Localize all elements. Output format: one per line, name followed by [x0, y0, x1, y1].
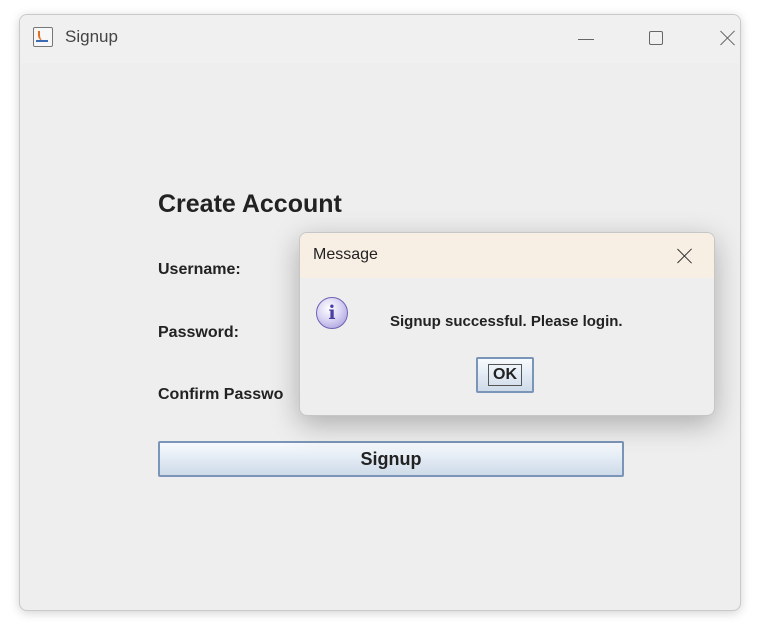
message-dialog: Message i Signup successful. Please logi…	[299, 232, 715, 416]
ok-button[interactable]: OK	[476, 357, 534, 393]
minimize-icon	[578, 38, 594, 40]
password-label: Password:	[158, 324, 239, 341]
confirm-password-label: Confirm Passwo	[158, 386, 284, 403]
maximize-icon	[649, 31, 663, 45]
username-label: Username:	[158, 261, 241, 278]
signup-button[interactable]: Signup	[158, 441, 624, 477]
minimize-button[interactable]	[563, 19, 609, 57]
information-icon: i	[316, 297, 348, 329]
form-heading: Create Account	[158, 190, 342, 218]
maximize-button[interactable]	[633, 19, 679, 57]
title-bar[interactable]: Signup	[20, 15, 740, 63]
window-title: Signup	[65, 27, 118, 46]
dialog-close-button[interactable]	[670, 241, 700, 271]
dialog-message: Signup successful. Please login.	[390, 313, 623, 330]
close-icon	[677, 248, 693, 264]
ok-button-label: OK	[488, 364, 522, 386]
close-button[interactable]	[705, 19, 740, 57]
dialog-title: Message	[313, 246, 378, 263]
dialog-title-bar[interactable]: Message	[300, 233, 714, 278]
java-cup-icon	[33, 27, 53, 47]
close-icon	[720, 30, 736, 46]
